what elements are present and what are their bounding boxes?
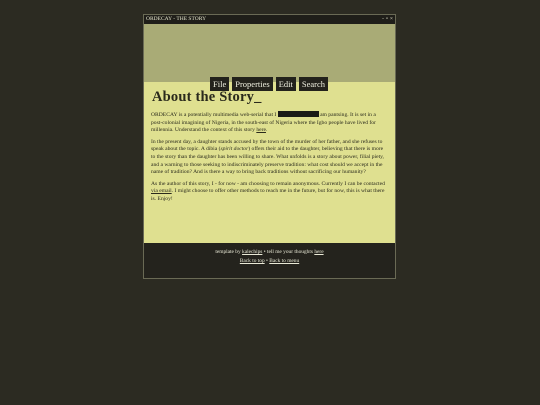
email-link[interactable]: via email [151,188,172,194]
footer-nav: Back to top • Back to menu [144,257,395,266]
header-banner [144,24,395,82]
footer-feedback-text: • tell me your thoughts [262,249,315,255]
footer-credit-text: template by [215,249,243,255]
intro-text-start: ORDECAY is a potentially multimedia web-… [151,112,278,118]
feedback-link[interactable]: here [314,249,323,255]
main-content: About the Story_ ORDECAY is a potentiall… [144,82,395,204]
window-title: ORDECAY - THE STORY [146,16,207,22]
back-to-top-link[interactable]: Back to top [240,258,265,264]
menu-item-properties[interactable]: Properties [232,77,273,91]
minimize-icon[interactable]: - [382,15,384,24]
plot-text-emphasis: spirit doctor [220,146,249,153]
menu-item-edit[interactable]: Edit [275,77,296,91]
menu-bar: File Properties Edit Search [210,77,329,91]
maximize-icon[interactable]: ▫ [386,15,388,24]
template-author-link[interactable]: kalechips [242,249,262,255]
author-text-start: As the author of this story, I - for now… [151,180,385,187]
close-icon[interactable]: × [390,15,393,24]
footer-credits: template by kalechips • tell me your tho… [144,248,395,257]
footer: template by kalechips • tell me your tho… [144,243,395,278]
redacted-name [277,111,319,117]
window-titlebar: ORDECAY - THE STORY - ▫ × [144,15,395,24]
story-window: ORDECAY - THE STORY - ▫ × About the Stor… [143,14,396,279]
context-link[interactable]: here [256,127,266,133]
window-controls: - ▫ × [382,15,393,24]
author-text-end: . I might choose to offer other methods … [151,188,385,202]
plot-paragraph: In the present day, a daughter stands ac… [150,139,389,177]
menu-item-search[interactable]: Search [298,77,329,91]
author-paragraph: As the author of this story, I - for now… [150,181,389,204]
back-to-menu-link[interactable]: Back to menu [269,258,299,264]
menu-item-file[interactable]: File [210,77,230,91]
intro-paragraph: ORDECAY is a potentially multimedia web-… [150,111,389,135]
intro-text-end: . [265,127,268,134]
